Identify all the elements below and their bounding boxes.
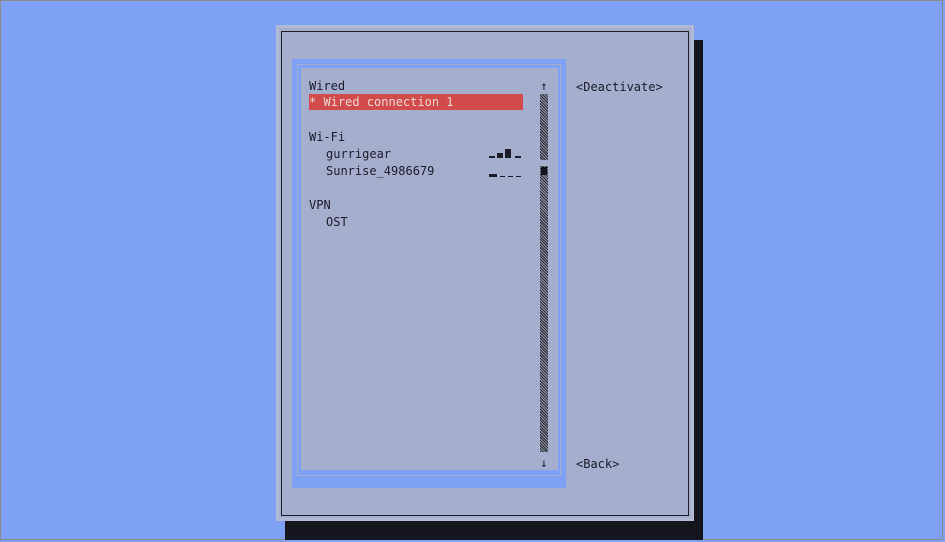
scrollbar-gap	[540, 160, 548, 166]
scrollbar-thumb[interactable]	[541, 167, 547, 175]
wifi-signal-strong-icon	[489, 149, 521, 158]
list-item-ost[interactable]: OST	[326, 214, 348, 230]
wifi-signal-weak-icon	[489, 174, 521, 177]
scrollbar-track[interactable]	[540, 94, 548, 452]
scroll-down-arrow-icon[interactable]: ↓	[538, 456, 550, 470]
scroll-up-arrow-icon[interactable]: ↑	[538, 79, 550, 93]
back-button[interactable]: <Back>	[576, 456, 619, 472]
list-item-sunrise-4986679[interactable]: Sunrise_4986679	[326, 163, 434, 179]
list-item-gurrigear[interactable]: gurrigear	[326, 146, 391, 162]
section-header-wifi: Wi-Fi	[309, 130, 346, 144]
list-item-wired-connection-1[interactable]: * Wired connection 1	[309, 94, 523, 110]
section-header-wired: Wired	[309, 79, 346, 93]
deactivate-button[interactable]: <Deactivate>	[576, 79, 663, 95]
section-header-vpn: VPN	[309, 198, 331, 212]
